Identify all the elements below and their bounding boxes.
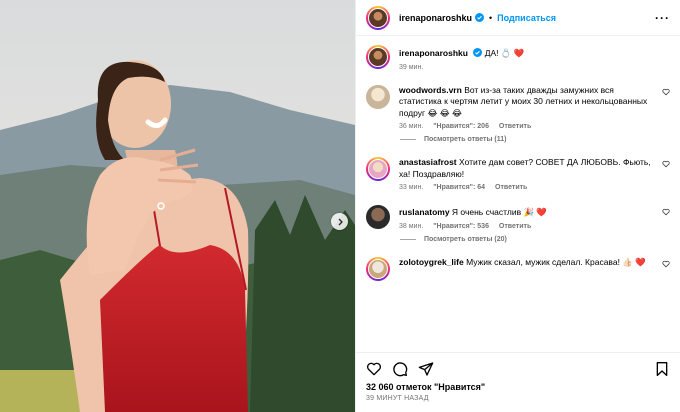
caption-author[interactable]: irenaponaroshku — [399, 48, 468, 58]
header-separator: • — [489, 12, 493, 23]
comment-icon[interactable] — [392, 361, 408, 377]
caption-text: ДА! 💍 ❤️ — [484, 48, 525, 58]
photo-illustration — [0, 0, 355, 412]
comment-time: 33 мин. — [399, 184, 424, 191]
next-photo-button[interactable] — [331, 213, 348, 230]
post-time-ago: 39 МИНУТ НАЗАД — [366, 395, 429, 402]
comment-likes[interactable]: "Нравится": 536 — [433, 223, 489, 230]
commenter-avatar[interactable] — [366, 84, 390, 109]
post-header: irenaponaroshku • Подписаться ··· — [356, 0, 680, 36]
post-side-panel: irenaponaroshku • Подписаться ··· irenap… — [355, 0, 680, 412]
heart-icon[interactable] — [366, 361, 382, 377]
comment-text: Мужик сказал, мужик сделал. Красава! 👍🏻 … — [466, 256, 646, 267]
heart-icon[interactable] — [662, 160, 670, 168]
comment-time: 36 мин. — [399, 123, 424, 130]
post-actions-bar — [356, 352, 680, 384]
comment-item: woodwords.vrn Вот из-за таких дважды зам… — [366, 84, 670, 130]
comment-time: 38 мин. — [399, 222, 424, 230]
comment-likes[interactable]: "Нравится": 206 — [433, 123, 489, 130]
comment-item: ruslanatomy Я очень счастлив 🎉 ❤️ 38 мин… — [366, 205, 670, 230]
comment-username[interactable]: ruslanatomy — [399, 207, 450, 217]
comment-username[interactable]: zolotoygrek_life — [399, 257, 464, 267]
chevron-right-icon — [338, 218, 343, 225]
comment-item: zolotoygrek_life Мужик сказал, мужик сде… — [366, 256, 670, 281]
heart-icon[interactable] — [662, 88, 670, 96]
reply-button[interactable]: Ответить — [499, 223, 531, 230]
author-avatar[interactable] — [366, 45, 390, 69]
commenter-avatar[interactable] — [366, 205, 390, 229]
verified-badge-icon — [473, 48, 483, 57]
follow-button[interactable]: Подписаться — [497, 13, 556, 23]
comment-username[interactable]: woodwords.vrn — [399, 85, 462, 95]
post-photo[interactable] — [0, 0, 355, 412]
comments-list[interactable]: irenaponaroshku ДА! 💍 ❤️ 39 мин. woodwor… — [356, 36, 680, 352]
author-username[interactable]: irenaponaroshku — [399, 13, 472, 23]
more-options-button[interactable]: ··· — [655, 11, 670, 25]
caption-time: 39 мин. — [399, 63, 424, 71]
heart-icon[interactable] — [662, 208, 670, 216]
comment-item: anastasiafrost Хотите дам совет? СОВЕТ Д… — [366, 157, 670, 191]
heart-icon[interactable] — [662, 260, 670, 268]
likes-count[interactable]: 32 060 отметок "Нравится" — [356, 382, 680, 392]
verified-badge-icon — [475, 13, 485, 22]
author-avatar[interactable] — [366, 5, 390, 30]
bookmark-icon[interactable] — [654, 361, 670, 377]
commenter-avatar[interactable] — [366, 256, 390, 281]
share-icon[interactable] — [418, 361, 434, 377]
commenter-avatar[interactable] — [366, 157, 390, 181]
instagram-post-modal: irenaponaroshku • Подписаться ··· irenap… — [0, 0, 680, 412]
reply-button[interactable]: Ответить — [499, 123, 531, 130]
comment-text: Я очень счастлив 🎉 ❤️ — [451, 207, 547, 217]
comment-likes[interactable]: "Нравится": 64 — [433, 184, 485, 191]
view-replies-button[interactable]: Посмотреть ответы (20) — [400, 236, 670, 243]
view-replies-button[interactable]: Посмотреть ответы (11) — [400, 136, 670, 143]
caption: irenaponaroshku ДА! 💍 ❤️ 39 мин. — [366, 45, 670, 71]
comment-username[interactable]: anastasiafrost — [399, 157, 457, 167]
reply-button[interactable]: Ответить — [495, 184, 527, 191]
